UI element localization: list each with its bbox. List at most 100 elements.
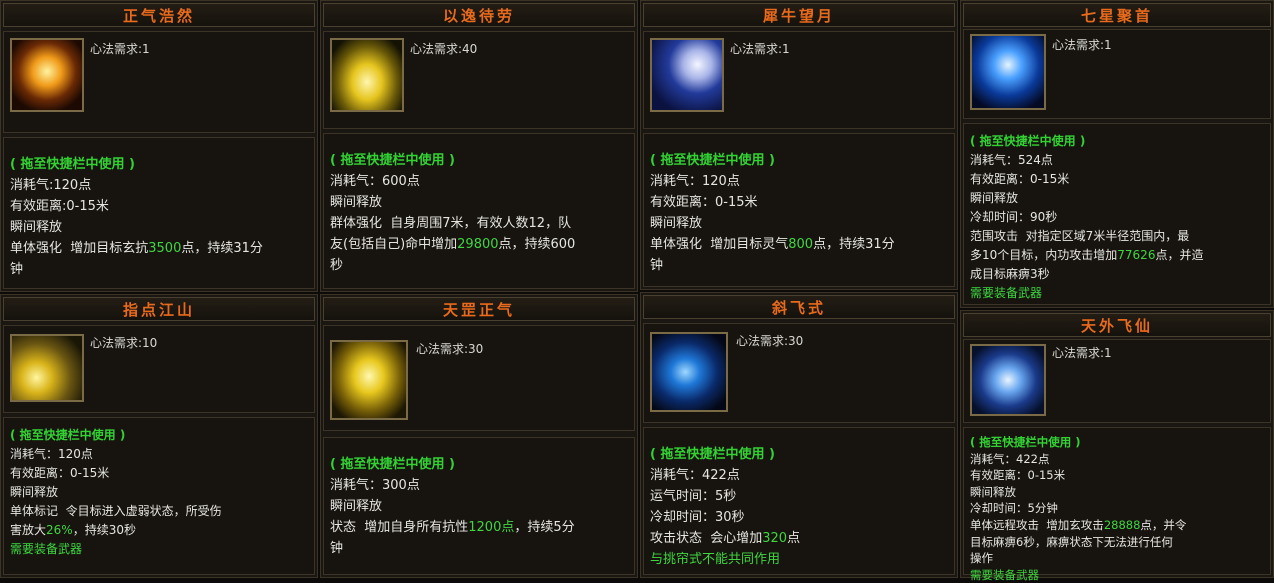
skill-header: 心法需求:40 <box>323 31 635 129</box>
skill-card-qixing: 七星聚首 心法需求:1 ( 拖至快捷栏中使用 ) 消耗气：524点 有效距离：0… <box>960 0 1274 308</box>
skill-title: 正气浩然 <box>3 3 315 27</box>
skill-title: 指点江山 <box>3 297 315 321</box>
skill-card-xiniu: 犀牛望月 心法需求:1 ( 拖至快捷栏中使用 ) 消耗气：120点 有效距离：0… <box>640 0 958 290</box>
effect-line: 范围攻击 对指定区域7米半径范围内，最 <box>970 229 1190 243</box>
cooldown-line: 冷却时间：30秒 <box>650 510 745 525</box>
range-line: 有效距离：0-15米 <box>970 468 1066 483</box>
drag-hint: ( 拖至快捷栏中使用 ) <box>970 134 1086 148</box>
skill-title: 天罡正气 <box>323 297 635 321</box>
skill-header: 心法需求:30 <box>643 323 955 423</box>
skill-card-zhengqi: 正气浩然 心法需求:1 ( 拖至快捷栏中使用 ) 消耗气:120点 有效距离:0… <box>0 0 318 292</box>
effect-line: 单体强化 增加目标灵气800点，持续31分 <box>650 237 895 252</box>
skill-header: 心法需求:1 <box>3 31 315 133</box>
drag-hint: ( 拖至快捷栏中使用 ) <box>10 428 126 442</box>
skill-requirement: 心法需求:30 <box>736 334 804 348</box>
cost-line: 消耗气：422点 <box>970 451 1050 466</box>
effect-line: 群体强化 自身周围7米，有效人数12，队 <box>330 216 572 231</box>
skill-header: 心法需求:1 <box>963 29 1271 119</box>
skill-header: 心法需求:30 <box>323 325 635 431</box>
effect-line: 攻击状态 会心增加320点 <box>650 531 801 546</box>
effect-line-end: 操作 <box>970 551 993 566</box>
effect-line: 单体强化 增加目标玄抗3500点，持续31分 <box>10 241 263 256</box>
channel-line: 运气时间：5秒 <box>650 489 737 504</box>
effect-line-cont: 钟 <box>10 262 24 277</box>
cast-line: 瞬间释放 <box>970 484 1016 499</box>
weapon-requirement: 需要装备武器 <box>970 567 1039 582</box>
skill-description: ( 拖至快捷栏中使用 ) 消耗气：524点 有效距离：0-15米 瞬间释放 冷却… <box>963 123 1271 305</box>
range-line: 有效距离：0-15米 <box>10 466 110 480</box>
skill-title: 天外飞仙 <box>963 313 1271 337</box>
skill-description: ( 拖至快捷栏中使用 ) 消耗气：600点 瞬间释放 群体强化 自身周围7米，有… <box>323 133 635 289</box>
effect-line-end: 成目标麻痹3秒 <box>970 267 1050 281</box>
cooldown-line: 冷却时间：90秒 <box>970 210 1058 224</box>
cost-line: 消耗气：300点 <box>330 478 420 493</box>
drag-hint: ( 拖至快捷栏中使用 ) <box>650 447 775 462</box>
effect-line-cont: 钟 <box>330 541 344 556</box>
moon-face-icon[interactable] <box>650 38 724 112</box>
cast-line: 瞬间释放 <box>330 195 383 210</box>
effect-line-cont: 多10个目标，内功攻击增加77626点，并造 <box>970 248 1204 262</box>
weapon-requirement: 需要装备武器 <box>970 286 1043 300</box>
skill-description: ( 拖至快捷栏中使用 ) 消耗气：300点 瞬间释放 状态 增加自身所有抗性12… <box>323 437 635 575</box>
skill-card-yiyi: 以逸待劳 心法需求:40 ( 拖至快捷栏中使用 ) 消耗气：600点 瞬间释放 … <box>320 0 638 292</box>
pointing-hand-icon[interactable] <box>10 334 84 402</box>
star-burst-icon[interactable] <box>970 34 1046 110</box>
conflict-note: 与挑帘式不能共同作用 <box>650 552 781 567</box>
range-line: 有效距离：0-15米 <box>970 172 1070 186</box>
effect-line: 单体标记 令目标进入虚弱状态，所受伤 <box>10 504 222 518</box>
skill-description: ( 拖至快捷栏中使用 ) 消耗气：120点 有效距离：0-15米 瞬间释放 单体… <box>643 133 955 287</box>
skill-card-zhidian: 指点江山 心法需求:10 ( 拖至快捷栏中使用 ) 消耗气：120点 有效距离：… <box>0 294 318 578</box>
glowing-body-icon[interactable] <box>330 340 408 420</box>
effect-line: 单体远程攻击 增加玄攻击28888点，并令 <box>970 517 1187 532</box>
drag-hint: ( 拖至快捷栏中使用 ) <box>970 435 1081 449</box>
effect-line-cont: 目标麻痹6秒，麻痹状态下无法进行任何 <box>970 534 1173 549</box>
weapon-requirement: 需要装备武器 <box>10 542 83 556</box>
drag-hint: ( 拖至快捷栏中使用 ) <box>330 153 455 168</box>
skill-title: 以逸待劳 <box>323 3 635 27</box>
skill-description: ( 拖至快捷栏中使用 ) 消耗气:120点 有效距离:0-15米 瞬间释放 单体… <box>3 137 315 289</box>
cast-line: 瞬间释放 <box>330 499 383 514</box>
skill-header: 心法需求:10 <box>3 325 315 413</box>
cost-line: 消耗气：600点 <box>330 174 420 189</box>
cooldown-line: 冷却时间：5分钟 <box>970 501 1058 516</box>
skill-requirement: 心法需求:1 <box>1052 346 1112 360</box>
skill-title: 犀牛望月 <box>643 3 955 27</box>
cost-line: 消耗气：524点 <box>970 153 1053 167</box>
drag-hint: ( 拖至快捷栏中使用 ) <box>10 157 135 172</box>
cast-line: 瞬间释放 <box>650 216 703 231</box>
range-line: 有效距离：0-15米 <box>650 195 758 210</box>
skill-card-xiefei: 斜飞式 心法需求:30 ( 拖至快捷栏中使用 ) 消耗气：422点 运气时间：5… <box>640 292 958 578</box>
skill-title: 斜飞式 <box>643 295 955 319</box>
skill-card-tiangang: 天罡正气 心法需求:30 ( 拖至快捷栏中使用 ) 消耗气：300点 瞬间释放 … <box>320 294 638 578</box>
cost-line: 消耗气：120点 <box>650 174 740 189</box>
skill-title: 七星聚首 <box>963 3 1271 27</box>
golden-figure-icon[interactable] <box>10 38 84 112</box>
skill-requirement: 心法需求:30 <box>416 342 484 356</box>
cast-line: 瞬间释放 <box>970 191 1019 205</box>
cast-line: 瞬间释放 <box>10 485 59 499</box>
cost-line: 消耗气:120点 <box>10 178 92 193</box>
effect-line-cont: 害放大26%，持续30秒 <box>10 523 136 537</box>
flying-swordsman-icon[interactable] <box>970 344 1046 416</box>
cost-line: 消耗气：120点 <box>10 447 93 461</box>
skill-description: ( 拖至快捷栏中使用 ) 消耗气：120点 有效距离：0-15米 瞬间释放 单体… <box>3 417 315 575</box>
skill-requirement: 心法需求:1 <box>90 42 150 56</box>
effect-line-cont: 友(包括自己)命中增加29800点，持续600 <box>330 237 576 252</box>
blue-warrior-icon[interactable] <box>650 332 728 412</box>
cast-line: 瞬间释放 <box>10 220 63 235</box>
effect-line-cont: 钟 <box>650 258 664 273</box>
drag-hint: ( 拖至快捷栏中使用 ) <box>330 457 455 472</box>
effect-line: 状态 增加自身所有抗性1200点，持续5分 <box>330 520 575 535</box>
skill-description: ( 拖至快捷栏中使用 ) 消耗气：422点 运气时间：5秒 冷却时间：30秒 攻… <box>643 427 955 575</box>
skill-card-tianwai: 天外飞仙 心法需求:1 ( 拖至快捷栏中使用 ) 消耗气：422点 有效距离：0… <box>960 310 1274 582</box>
range-line: 有效距离:0-15米 <box>10 199 109 214</box>
praying-figure-icon[interactable] <box>330 38 404 112</box>
skill-requirement: 心法需求:1 <box>730 42 790 56</box>
skill-requirement: 心法需求:40 <box>410 42 478 56</box>
effect-line-end: 秒 <box>330 258 344 273</box>
cost-line: 消耗气：422点 <box>650 468 740 483</box>
skill-requirement: 心法需求:10 <box>90 336 158 350</box>
drag-hint: ( 拖至快捷栏中使用 ) <box>650 153 775 168</box>
skill-header: 心法需求:1 <box>963 339 1271 423</box>
skill-requirement: 心法需求:1 <box>1052 38 1112 52</box>
